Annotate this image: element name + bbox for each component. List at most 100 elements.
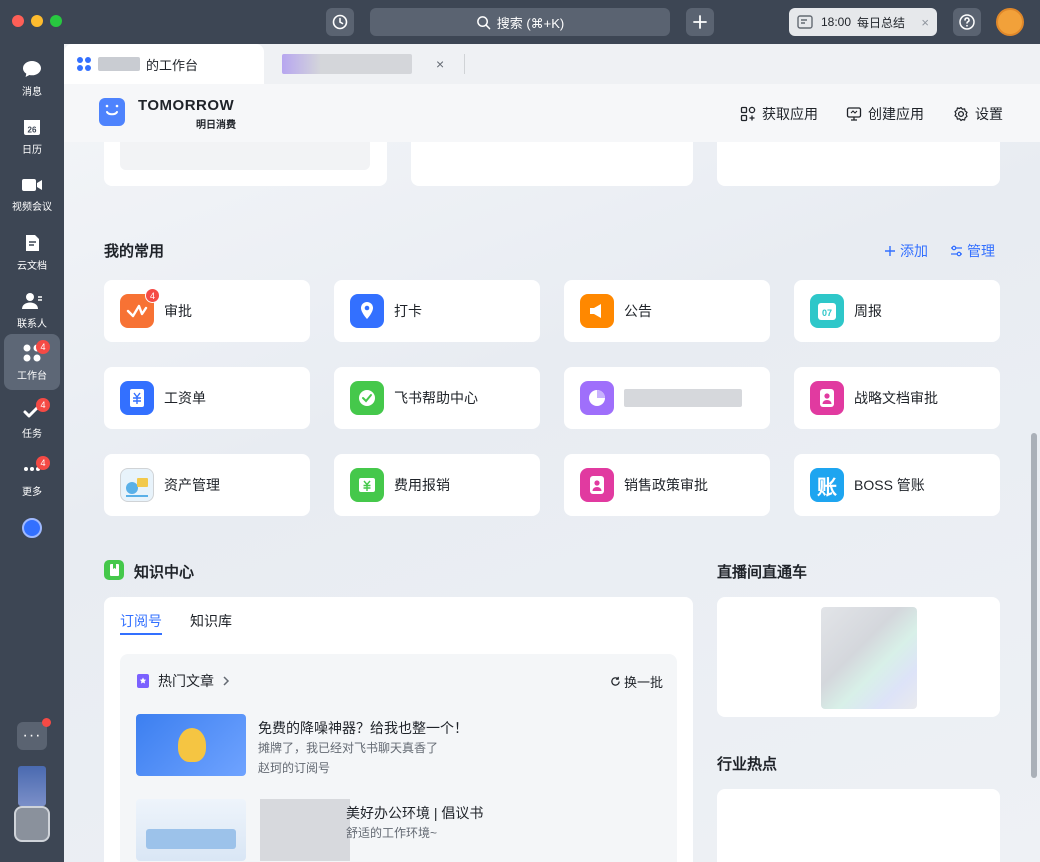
person-icon [580, 468, 614, 502]
get-apps-button[interactable]: 获取应用 [740, 104, 818, 124]
industry-card[interactable] [717, 789, 1000, 862]
article-item[interactable]: 美好办公环境 | 倡议书 舒适的工作环境~ [136, 799, 656, 861]
help-button[interactable] [953, 8, 981, 36]
zoom-window-button[interactable] [50, 15, 62, 27]
nav-item-docs[interactable]: 云文档 [4, 224, 60, 280]
nav-item-messages[interactable]: 消息 [4, 50, 60, 106]
brand-name: TOMORROW [138, 97, 235, 114]
cartoon-image [178, 728, 206, 762]
app-shortcut[interactable] [14, 806, 50, 842]
tab-workplace[interactable]: 的工作台 [64, 44, 264, 84]
search-bar[interactable]: 搜索 (⌘+K) [370, 8, 670, 36]
nav-label: 日历 [22, 144, 42, 156]
article-subtitle: 舒适的工作环境~ [346, 826, 438, 840]
live-thumbnail [821, 607, 917, 709]
tab-close-icon[interactable]: × [436, 56, 444, 72]
app-shortcut[interactable] [18, 766, 46, 806]
office-image [146, 829, 236, 849]
app-badge: 4 [145, 288, 160, 303]
asset-icon [120, 468, 154, 502]
add-label: 添加 [900, 243, 928, 259]
daily-summary-chip[interactable]: 18:00 每日总结 × [789, 8, 937, 36]
app-redacted[interactable] [564, 367, 770, 429]
bookmark-star-icon [137, 674, 149, 688]
industry-title: 行业热点 [717, 756, 778, 773]
plus-icon [885, 246, 895, 256]
create-app-button[interactable]: 创建应用 [846, 104, 924, 124]
nav-item-video-meeting[interactable]: 视频会议 [4, 166, 60, 222]
nav-item-tasks[interactable]: 任务 4 [4, 392, 60, 448]
article-thumbnail [136, 714, 246, 776]
user-avatar[interactable] [996, 8, 1024, 36]
ellipsis-icon: ··· [22, 727, 42, 744]
hot-articles-label: 热门文章 [158, 673, 214, 689]
apps-grid-icon [740, 106, 756, 122]
favorites-title: 我的常用 [104, 243, 165, 260]
scrollbar[interactable] [1031, 433, 1037, 778]
minimize-window-button[interactable] [31, 15, 43, 27]
ledger-icon: 账 [810, 468, 844, 502]
settings-label: 设置 [975, 106, 1003, 122]
hot-articles-header[interactable]: 热门文章 [136, 671, 230, 691]
app-label: 公告 [624, 303, 652, 319]
article-item[interactable]: 免费的降噪神器？给我也整一个！ 摊牌了，我已经对飞书聊天真香了 赵珂的订阅号 [136, 714, 656, 776]
nav-label: 任务 [22, 428, 42, 440]
active-tab-indicator [120, 633, 162, 635]
settings-button[interactable]: 设置 [953, 104, 1003, 124]
history-button[interactable] [326, 8, 354, 36]
tab-subscriptions[interactable]: 订阅号 [120, 611, 162, 631]
article-title: 美好办公环境 | 倡议书 [346, 805, 484, 821]
app-approval[interactable]: 4 审批 [104, 280, 310, 342]
tab-label: 的工作台 [146, 57, 199, 73]
contacts-icon [22, 292, 42, 309]
live-card[interactable] [717, 597, 1000, 717]
workplace-content: TOMORROW 明日消费 获取应用 创建应用 设置 我的常用 添加 管理 4 … [64, 84, 1040, 862]
nav-item-workplace[interactable]: 工作台 4 [4, 334, 60, 390]
person-icon [810, 381, 844, 415]
calendar-icon: 07 [810, 294, 844, 328]
nav-label: 云文档 [17, 260, 47, 272]
tab-other[interactable]: × [272, 44, 462, 84]
nav-item-more[interactable]: 更多 4 [4, 450, 60, 506]
manage-favorites-button[interactable]: 管理 [950, 241, 995, 261]
app-strategy-doc-approval[interactable]: 战略文档审批 [794, 367, 1000, 429]
app-label: 工资单 [164, 390, 206, 406]
nav-item-contacts[interactable]: 联系人 [4, 282, 60, 338]
more-apps-button[interactable]: ··· [17, 718, 51, 750]
location-pin-icon [350, 294, 384, 328]
calendar-icon: 26 [24, 119, 40, 135]
app-boss-ledger[interactable]: 账 BOSS 管账 [794, 454, 1000, 516]
monitor-icon [846, 107, 862, 121]
app-sales-policy-approval[interactable]: 销售政策审批 [564, 454, 770, 516]
sync-icon[interactable] [22, 518, 42, 538]
summary-icon [797, 15, 813, 29]
app-payslip[interactable]: 工资单 [104, 367, 310, 429]
history-icon [332, 14, 348, 30]
summary-close-icon[interactable]: × [921, 15, 929, 30]
svg-text:26: 26 [28, 125, 37, 134]
article-subtitle: 摊牌了，我已经对飞书聊天真香了 [258, 741, 439, 755]
plus-icon [693, 15, 707, 29]
app-announcement[interactable]: 公告 [564, 280, 770, 342]
add-button[interactable] [686, 8, 714, 36]
app-checkin[interactable]: 打卡 [334, 280, 540, 342]
app-label: 飞书帮助中心 [394, 390, 478, 406]
notification-dot [42, 718, 51, 727]
tab-library[interactable]: 知识库 [190, 611, 232, 631]
app-expense[interactable]: 费用报销 [334, 454, 540, 516]
nav-label: 视频会议 [12, 201, 52, 213]
add-favorite-button[interactable]: 添加 [884, 241, 928, 261]
app-weekly-report[interactable]: 07 周报 [794, 280, 1000, 342]
refresh-button[interactable]: 换一批 [610, 672, 663, 691]
get-apps-label: 获取应用 [762, 106, 818, 122]
doc-icon [26, 234, 39, 251]
search-label: 搜索 (⌘+K) [496, 15, 565, 31]
redacted-block [260, 799, 350, 861]
nav-item-calendar[interactable]: 26 日历 [4, 108, 60, 164]
sliders-icon [951, 245, 962, 257]
nav-badge: 4 [36, 456, 50, 470]
app-asset-management[interactable]: 资产管理 [104, 454, 310, 516]
nav-label: 消息 [22, 86, 42, 98]
close-window-button[interactable] [12, 15, 24, 27]
app-help-center[interactable]: 飞书帮助中心 [334, 367, 540, 429]
